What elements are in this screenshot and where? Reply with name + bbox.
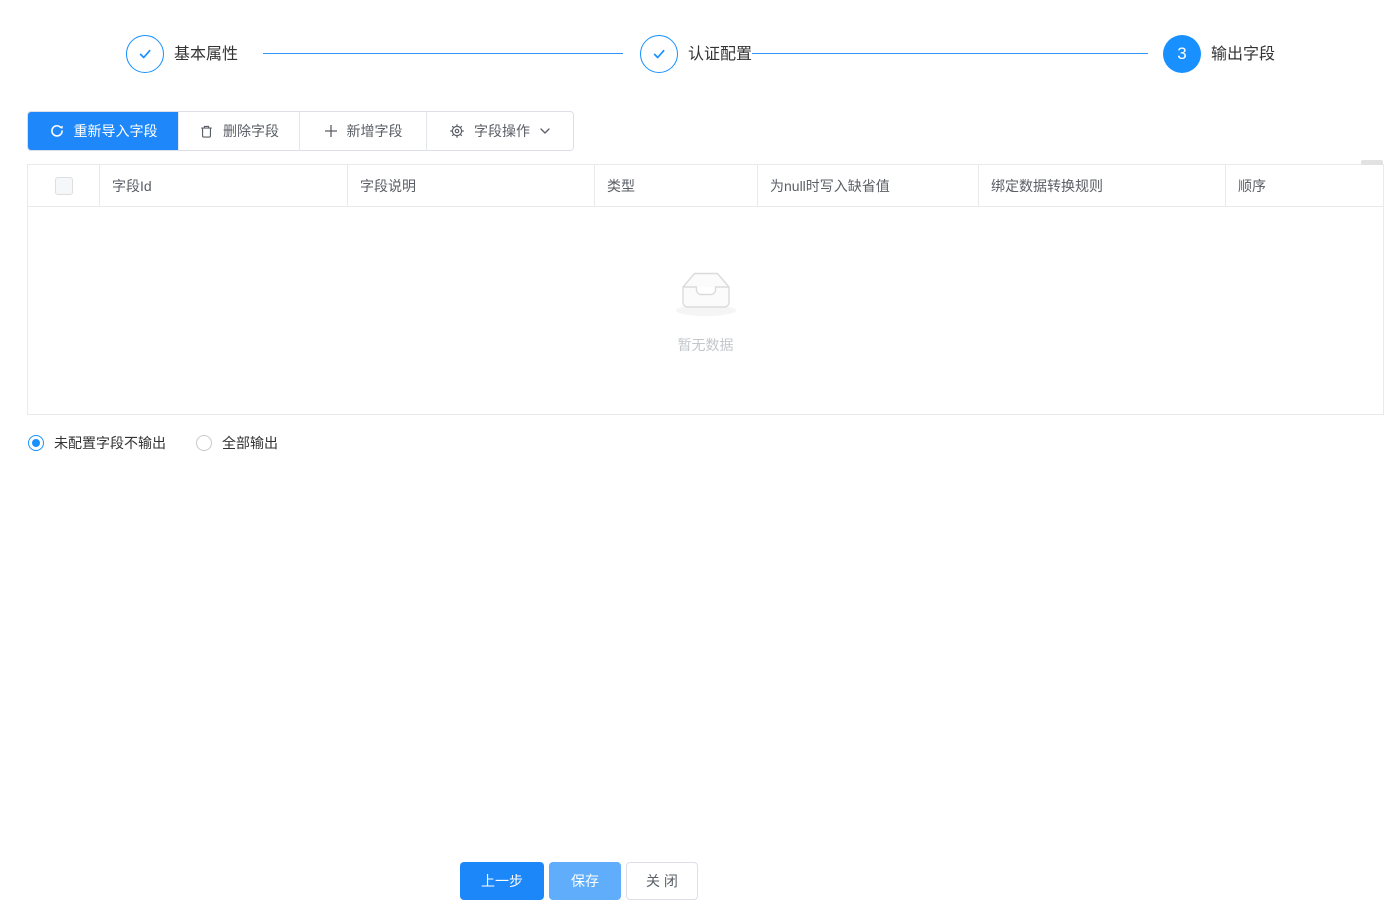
radio-selected-icon[interactable] bbox=[28, 435, 44, 451]
column-header-order: 顺序 bbox=[1238, 177, 1266, 194]
column-header-field-id: 字段Id bbox=[100, 165, 348, 206]
field-operations-label: 字段操作 bbox=[474, 123, 530, 139]
fields-table: 字段Id 字段说明 类型 为null时写入缺省值 绑定数据转换规则 顺序 暂无数… bbox=[27, 164, 1384, 415]
step-connector-line bbox=[752, 53, 1148, 54]
column-header-type: 类型 bbox=[595, 165, 758, 206]
step-3-title: 输出字段 bbox=[1211, 46, 1276, 63]
trash-icon bbox=[199, 124, 214, 139]
output-fields-config-page: 基本属性 认证配置 3 输出字段 重新导入字段 删除字段 新增字段 字段操作 字… bbox=[0, 0, 1399, 924]
gear-icon bbox=[449, 123, 465, 139]
chevron-down-icon bbox=[539, 125, 551, 137]
reimport-fields-button[interactable]: 重新导入字段 bbox=[28, 112, 178, 150]
step-3-number-badge: 3 bbox=[1163, 35, 1201, 73]
check-icon bbox=[136, 45, 154, 63]
step-2-finished-icon bbox=[640, 35, 678, 73]
empty-text: 暂无数据 bbox=[677, 337, 734, 353]
reimport-fields-label: 重新导入字段 bbox=[73, 123, 158, 139]
radio-option-label: 未配置字段不输出 bbox=[54, 435, 166, 451]
delete-field-label: 删除字段 bbox=[223, 123, 279, 139]
table-scrollbar-thumb[interactable] bbox=[1361, 160, 1383, 165]
plus-icon bbox=[324, 124, 338, 138]
step-2-title: 认证配置 bbox=[688, 46, 753, 63]
radio-option-label: 全部输出 bbox=[222, 435, 278, 451]
previous-step-button[interactable]: 上一步 bbox=[460, 862, 544, 900]
add-field-button[interactable]: 新增字段 bbox=[299, 112, 426, 150]
field-operations-button[interactable]: 字段操作 bbox=[426, 112, 573, 150]
table-body: 暂无数据 bbox=[28, 207, 1383, 414]
step-connector-line bbox=[263, 53, 623, 54]
close-button[interactable]: 关 闭 bbox=[626, 862, 698, 900]
delete-field-button[interactable]: 删除字段 bbox=[178, 112, 299, 150]
select-all-checkbox[interactable] bbox=[54, 176, 73, 195]
reload-icon bbox=[49, 123, 65, 139]
radio-option-output-all[interactable]: 全部输出 bbox=[196, 433, 278, 453]
step-1-finished-icon bbox=[126, 35, 164, 73]
step-3-number: 3 bbox=[1177, 44, 1187, 63]
radio-option-unconfigured-no-output[interactable]: 未配置字段不输出 bbox=[28, 433, 166, 453]
step-1-title: 基本属性 bbox=[174, 46, 239, 63]
add-field-label: 新增字段 bbox=[346, 123, 403, 139]
save-button[interactable]: 保存 bbox=[549, 862, 621, 900]
column-header-null-default: 为null时写入缺省值 bbox=[758, 165, 979, 206]
radio-unselected-icon[interactable] bbox=[196, 435, 212, 451]
table-header-row: 字段Id 字段说明 类型 为null时写入缺省值 绑定数据转换规则 顺序 bbox=[28, 165, 1383, 207]
empty-box-icon bbox=[674, 265, 738, 317]
column-header-transform-rule: 绑定数据转换规则 bbox=[979, 165, 1226, 206]
field-toolbar: 重新导入字段 删除字段 新增字段 字段操作 bbox=[27, 111, 574, 151]
check-icon bbox=[650, 45, 668, 63]
column-header-field-desc: 字段说明 bbox=[348, 165, 595, 206]
empty-state: 暂无数据 bbox=[674, 265, 738, 355]
select-all-cell bbox=[28, 165, 100, 206]
output-mode-radio-group: 未配置字段不输出 全部输出 bbox=[28, 433, 278, 453]
